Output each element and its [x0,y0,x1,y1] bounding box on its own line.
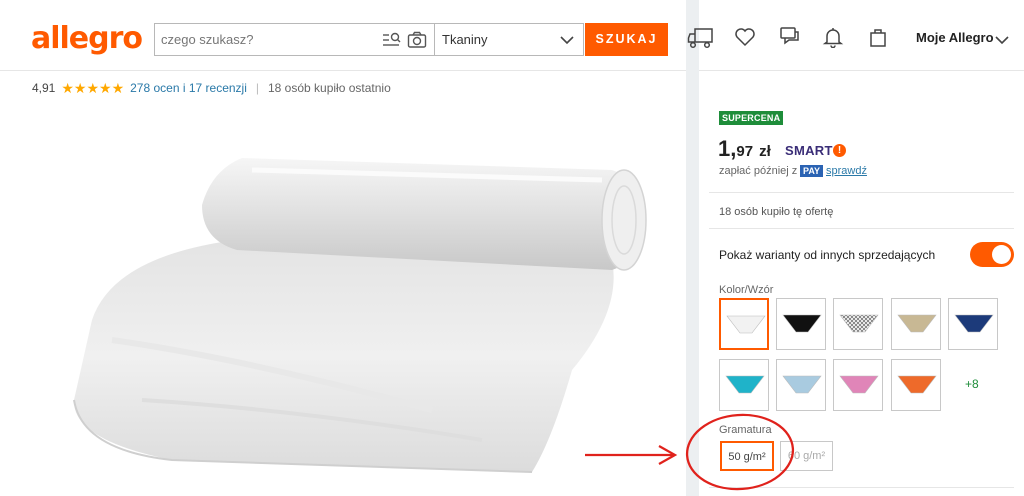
currency: zł [759,143,771,160]
offer-purchases-text: 18 osób kupiło tę ofertę [719,206,834,218]
reviews-link[interactable]: 278 ocen i 17 recenzji [130,81,247,95]
color-swatch-white[interactable] [719,298,769,350]
color-swatch-black[interactable] [776,298,826,350]
smart-info-icon[interactable]: ! [833,144,846,157]
star-rating-icon: ★★★★★ [61,79,125,96]
category-value: Tkaniny [442,32,488,47]
check-pay-link[interactable]: sprawdź [826,165,867,177]
my-allegro-menu[interactable]: Moje Allegro [916,30,994,45]
product-image[interactable] [52,110,652,485]
allegro-pay-badge: PAY [800,165,824,177]
smart-badge[interactable]: SMART [785,143,833,158]
delivery-truck-icon[interactable] [687,26,715,55]
toggle-knob [992,245,1011,264]
messages-icon[interactable] [779,26,801,53]
variants-toggle[interactable] [970,242,1014,267]
color-swatch-pink[interactable] [833,359,883,411]
red-circle-annotation [682,412,798,496]
color-swatch-navy[interactable] [948,298,998,350]
price-main: 1, [718,136,737,161]
header-divider [699,70,1024,71]
bell-icon[interactable] [822,26,844,53]
rating-row: 4,91 ★★★★★ 278 ocen i 17 recenzji | 18 o… [32,80,391,96]
color-swatch-beige[interactable] [891,298,941,350]
allegro-logo[interactable]: allegro [31,22,143,56]
cart-bag-icon[interactable] [867,26,889,53]
color-swatch-orange[interactable] [891,359,941,411]
search-box[interactable] [154,23,434,56]
chevron-down-icon[interactable] [994,33,1010,51]
supercena-badge: SUPERCENA [719,111,784,125]
list-search-icon[interactable] [382,31,402,54]
rating-score: 4,91 [32,81,56,95]
search-input[interactable] [161,24,376,55]
divider [709,192,1014,193]
divider [709,228,1014,229]
color-swatch-turquoise[interactable] [719,359,769,411]
price-cents: 97 [736,143,754,160]
color-label: Kolor/Wzór [719,284,774,296]
heart-icon[interactable] [734,26,756,53]
variants-toggle-label: Pokaż warianty od innych sprzedających [719,248,936,262]
chevron-down-icon [559,33,575,52]
pay-later-text: zapłać później z [719,165,798,177]
category-select[interactable]: Tkaniny [434,23,584,56]
price: 1,97 zł [718,136,771,162]
search-button[interactable]: SZUKAJ [585,23,668,56]
header-divider [0,70,686,71]
red-arrow-annotation [583,444,679,471]
more-colors-link[interactable]: +8 [965,377,979,391]
color-swatch-grey-pattern[interactable] [833,298,883,350]
camera-icon[interactable] [407,31,427,54]
color-swatch-light-blue[interactable] [776,359,826,411]
recent-purchases-text: 18 osób kupiło ostatnio [268,81,391,95]
separator: | [255,81,259,95]
